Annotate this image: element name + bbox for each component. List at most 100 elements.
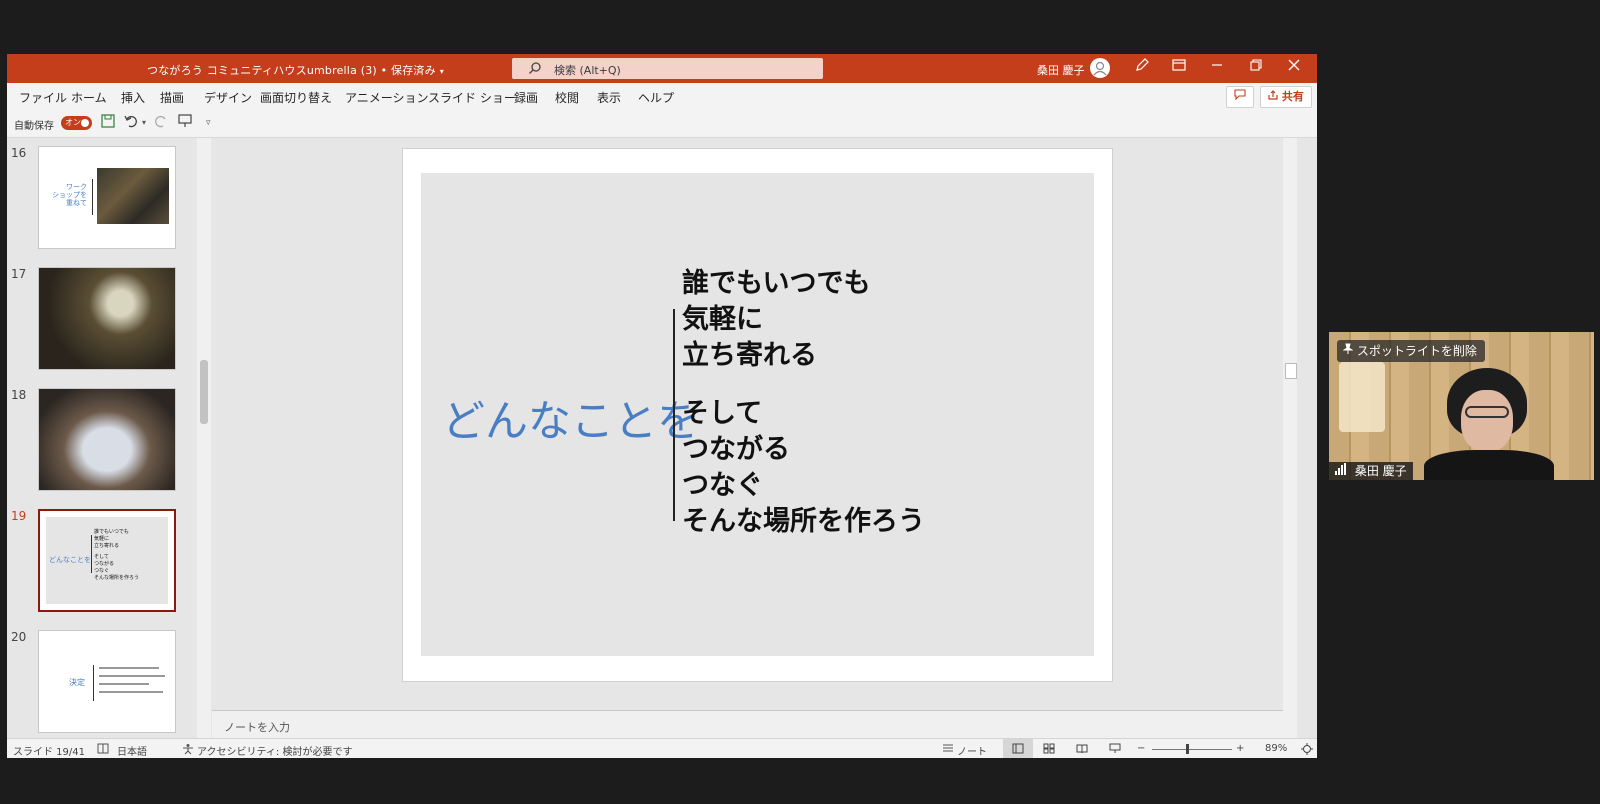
save-icon[interactable]: [101, 114, 115, 132]
undo-icon[interactable]: [124, 114, 140, 132]
zoom-in-icon[interactable]: +: [1236, 743, 1244, 754]
normal-view-icon[interactable]: [1003, 739, 1033, 758]
scrollbar-thumb[interactable]: [1285, 363, 1297, 379]
present-from-start-icon[interactable]: [178, 114, 192, 132]
thumb-divider: [92, 179, 93, 215]
minimize-icon[interactable]: [1206, 58, 1228, 78]
tab-draw[interactable]: 描画: [160, 89, 184, 106]
ribbon-display-icon[interactable]: [1168, 58, 1190, 78]
comment-icon: [1234, 89, 1246, 103]
slide-heading[interactable]: どんなことを: [442, 387, 700, 449]
ribbon-tabs: ファイル ホーム 挿入 描画 デザイン 画面切り替え アニメーション スライド …: [7, 83, 1317, 109]
spelling-icon[interactable]: [97, 743, 109, 757]
slide-thumbnail-18[interactable]: [38, 388, 176, 491]
zoom-slider-thumb[interactable]: [1186, 744, 1189, 754]
quick-access-toolbar: 自動保存 オン ▾ ▿: [7, 109, 1317, 138]
search-input[interactable]: 検索 (Alt+Q): [512, 58, 823, 79]
autosave-state: オン: [65, 118, 81, 127]
accessibility-icon[interactable]: [182, 743, 194, 758]
thumb-line: 気軽に: [94, 536, 110, 542]
slide-text-line[interactable]: 気軽に: [682, 297, 763, 336]
slide-text-line[interactable]: 立ち寄れる: [682, 333, 817, 372]
reading-view-icon[interactable]: [1076, 743, 1088, 757]
slide-number: 16: [11, 146, 27, 160]
tab-design[interactable]: デザイン: [204, 89, 252, 106]
fit-slide-icon[interactable]: [1301, 743, 1313, 758]
slide-text-line[interactable]: 誰でもいつでも: [682, 261, 870, 300]
thumb-line: 誰でもいつでも: [94, 529, 129, 535]
slide-number: 20: [11, 630, 27, 644]
tab-view[interactable]: 表示: [597, 89, 621, 106]
remove-spotlight-button[interactable]: スポットライトを削除: [1337, 340, 1485, 362]
slide-thumbnail-16[interactable]: ワーク ショップを 重ねて: [38, 146, 176, 249]
tab-file[interactable]: ファイル: [19, 89, 67, 106]
thumb-line: 立ち寄れる: [94, 543, 120, 549]
slide-thumbnail-17[interactable]: [38, 267, 176, 370]
slide-sorter-icon[interactable]: [1043, 743, 1055, 757]
avatar[interactable]: [1090, 58, 1110, 78]
slide-background: どんなことを 誰でもいつでも 気軽に 立ち寄れる そして つながる つなぐ そん…: [421, 173, 1094, 656]
slide-indicator: スライド 19/41: [13, 747, 85, 758]
participant-body: [1424, 450, 1554, 480]
slide-canvas[interactable]: どんなことを 誰でもいつでも 気軽に 立ち寄れる そして つながる つなぐ そん…: [402, 148, 1113, 682]
participant-glasses: [1465, 406, 1509, 418]
document-title[interactable]: つながろう コミュニティハウスumbrella (3) • 保存済み ▾: [147, 62, 444, 78]
restore-icon[interactable]: [1245, 58, 1267, 78]
tab-transitions[interactable]: 画面切り替え: [260, 89, 332, 106]
slide-text-line[interactable]: そんな場所を作ろう: [682, 499, 925, 538]
comments-button[interactable]: [1226, 86, 1254, 108]
thumb-bullet-line: [99, 683, 149, 685]
tab-record[interactable]: 録画: [514, 89, 538, 106]
thumb-text: ワーク ショップを 重ねて: [52, 183, 87, 207]
pin-icon: [1342, 343, 1357, 358]
pen-icon[interactable]: [1131, 58, 1153, 78]
notes-toggle[interactable]: ノート: [957, 743, 987, 758]
document-title-text: つながろう コミュニティハウスumbrella (3) • 保存済み: [147, 64, 436, 77]
autosave-toggle[interactable]: オン: [61, 116, 92, 130]
tab-animations[interactable]: アニメーション: [345, 89, 429, 106]
redo-icon[interactable]: [154, 114, 168, 132]
zoom-level[interactable]: 89%: [1265, 743, 1287, 754]
search-placeholder: 検索 (Alt+Q): [554, 64, 621, 77]
thumb-photo: [39, 389, 175, 490]
status-bar: スライド 19/41 日本語 アクセシビリティ: 検討が必要です ノート − +…: [7, 738, 1317, 758]
title-bar: つながろう コミュニティハウスumbrella (3) • 保存済み ▾ 検索 (…: [7, 54, 1317, 83]
tab-insert[interactable]: 挿入: [121, 89, 145, 106]
slide-number-current: 19: [11, 509, 27, 523]
thumb-line: つながる: [94, 561, 115, 567]
slideshow-view-icon[interactable]: [1109, 743, 1121, 757]
accessibility-status[interactable]: アクセシビリティ: 検討が必要です: [197, 743, 352, 758]
language-indicator[interactable]: 日本語: [117, 743, 147, 758]
thumb-photo: [97, 168, 169, 224]
share-button[interactable]: 共有: [1260, 86, 1312, 108]
participant-video[interactable]: スポットライトを削除 桑田 慶子: [1329, 332, 1594, 480]
slide-editor: どんなことを 誰でもいつでも 気軽に 立ち寄れる そして つながる つなぐ そん…: [212, 138, 1283, 710]
chevron-down-icon: ▾: [439, 67, 444, 76]
thumb-bullet-line: [99, 691, 163, 693]
tab-home[interactable]: ホーム: [71, 89, 107, 106]
zoom-slider[interactable]: [1152, 749, 1232, 750]
slide-number: 18: [11, 388, 27, 402]
tab-review[interactable]: 校閲: [555, 89, 579, 106]
undo-dropdown-icon[interactable]: ▾: [142, 118, 146, 127]
tab-help[interactable]: ヘルプ: [638, 89, 674, 106]
editor-scrollbar[interactable]: [1283, 138, 1297, 738]
close-icon[interactable]: [1283, 58, 1305, 78]
thumbnail-scrollbar[interactable]: [197, 138, 211, 738]
zoom-out-icon[interactable]: −: [1137, 743, 1145, 754]
slide-text-line[interactable]: つながる: [682, 427, 790, 466]
slide-text-line[interactable]: つなぐ: [682, 463, 763, 502]
notes-pane[interactable]: ノートを入力: [212, 710, 1283, 739]
scrollbar-thumb[interactable]: [200, 360, 208, 424]
slide-thumbnail-19[interactable]: どんなことを 誰でもいつでも 気軽に 立ち寄れる そして つながる つなぐ そん…: [38, 509, 176, 612]
thumb-bullet-line: [99, 667, 159, 669]
account-name[interactable]: 桑田 慶子: [1037, 62, 1085, 78]
customize-toolbar-icon[interactable]: ▿: [206, 118, 211, 128]
thumb-line: そんな場所を作ろう: [94, 575, 140, 581]
participant-name-tag: 桑田 慶子: [1329, 462, 1413, 480]
tab-slideshow[interactable]: スライド ショー: [428, 89, 516, 106]
slide-thumbnail-20[interactable]: 決定: [38, 630, 176, 733]
notes-icon[interactable]: [942, 743, 954, 756]
powerpoint-window: つながろう コミュニティハウスumbrella (3) • 保存済み ▾ 検索 (…: [7, 54, 1317, 758]
slide-text-line[interactable]: そして: [682, 391, 762, 430]
